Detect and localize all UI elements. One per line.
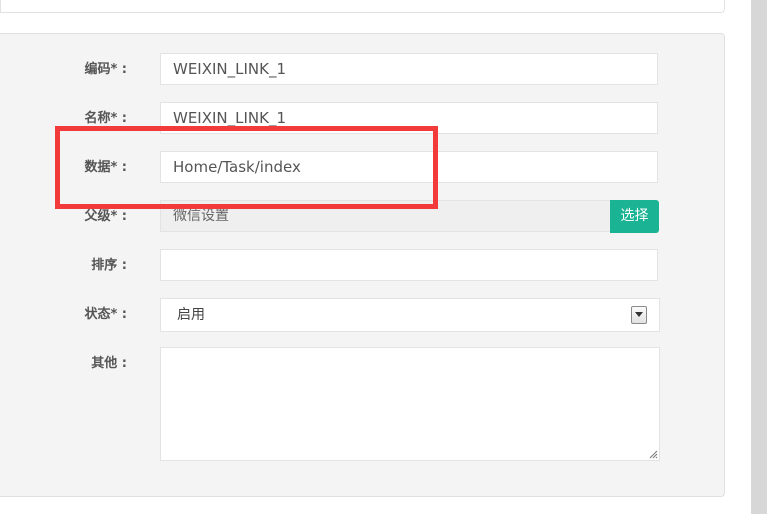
top-panel [0,0,725,13]
code-input[interactable]: WEIXIN_LINK_1 [160,53,658,85]
choose-parent-button[interactable]: 选择 [610,200,659,233]
other-textarea[interactable] [160,347,660,461]
sort-input[interactable] [160,249,658,281]
code-label: 编码* : [84,62,127,77]
status-selected-value: 启用 [177,307,205,323]
scrollbar-track[interactable] [751,0,767,514]
sort-label: 排序 : [91,258,127,273]
other-label: 其他 : [91,356,127,371]
resize-grip-icon[interactable] [649,450,658,459]
status-label: 状态* : [84,307,127,322]
parent-label: 父级* : [84,209,127,224]
chevron-down-icon[interactable] [631,306,647,324]
highlight-annotation [55,126,438,209]
status-select[interactable]: 启用 [160,298,660,332]
